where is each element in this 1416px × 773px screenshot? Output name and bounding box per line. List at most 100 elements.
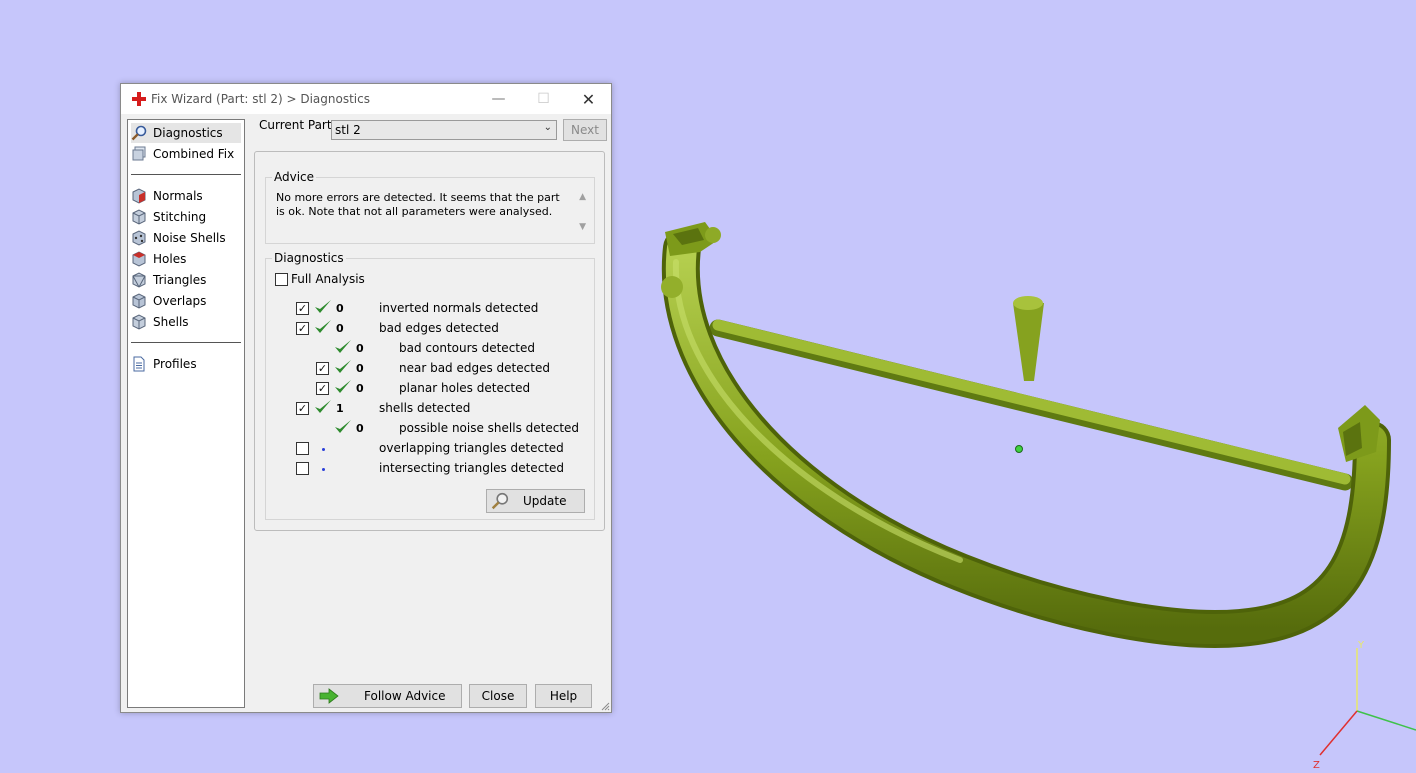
planar-holes-count: 0 [356, 382, 364, 395]
close-icon: ✕ [581, 89, 596, 109]
sidebar-item-label: Overlaps [153, 294, 207, 308]
current-part-select[interactable]: stl 2 ⌄ [331, 120, 557, 140]
scroll-up-icon[interactable]: ▲ [579, 192, 586, 202]
sidebar-item-label: Triangles [153, 273, 207, 287]
axis-triad [1319, 648, 1416, 756]
title-bar[interactable]: Fix Wizard (Part: stl 2) > Diagnostics —… [121, 84, 611, 114]
full-analysis-checkbox[interactable] [275, 273, 288, 286]
sidebar-item-label: Normals [153, 189, 203, 203]
triangles-cube-icon [132, 272, 146, 288]
help-button[interactable]: Help [535, 684, 592, 708]
normals-cube-icon [132, 188, 146, 204]
green-check-icon [315, 400, 331, 413]
update-button[interactable]: Update [486, 489, 585, 513]
sidebar-item-holes[interactable]: Holes [131, 249, 241, 269]
noise-shells-cube-icon [132, 230, 146, 246]
overlapping-triangles-checkbox[interactable] [296, 442, 309, 455]
diagnostics-group: Diagnostics Full Analysis ✓ 0 inverted n… [265, 251, 595, 520]
diagnostics-panel: Advice No more errors are detected. It s… [254, 151, 605, 531]
sidebar-item-label: Combined Fix [153, 147, 235, 161]
inverted-normals-count: 0 [336, 302, 344, 315]
intersecting-triangles-checkbox[interactable] [296, 462, 309, 475]
planar-holes-label: planar holes detected [399, 381, 531, 395]
shells-count: 1 [336, 402, 344, 415]
inverted-normals-label: inverted normals detected [379, 301, 539, 315]
advice-group: Advice No more errors are detected. It s… [265, 170, 595, 244]
axis-z-label: Z [1313, 760, 1320, 771]
shells-cube-icon [132, 314, 146, 330]
stitching-cube-icon [132, 209, 146, 225]
full-analysis-label: Full Analysis [291, 272, 365, 286]
green-check-icon [335, 360, 351, 373]
window-title: Fix Wizard (Part: stl 2) > Diagnostics [151, 92, 370, 106]
green-check-icon [335, 420, 351, 433]
chevron-down-icon: ⌄ [543, 122, 552, 133]
sidebar-item-diagnostics[interactable]: Diagnostics [131, 123, 241, 143]
scroll-down-icon[interactable]: ▼ [579, 222, 586, 232]
close-button[interactable]: Close [469, 684, 527, 708]
close-window-button[interactable]: ✕ [566, 84, 611, 114]
shells-checkbox[interactable]: ✓ [296, 402, 309, 415]
planar-holes-checkbox[interactable]: ✓ [316, 382, 329, 395]
sidebar-item-label: Holes [153, 252, 187, 266]
red-cross-app-icon [132, 92, 146, 106]
sidebar-item-label: Diagnostics [153, 126, 223, 140]
pending-dot-icon [322, 448, 325, 451]
sidebar-item-label: Noise Shells [153, 231, 226, 245]
noise-shells-count: 0 [356, 422, 364, 435]
bad-edges-checkbox[interactable]: ✓ [296, 322, 309, 335]
combined-fix-icon [132, 146, 146, 161]
green-check-icon [335, 380, 351, 393]
fix-wizard-dialog: Fix Wizard (Part: stl 2) > Diagnostics —… [120, 83, 612, 713]
diagnostics-title: Diagnostics [272, 251, 346, 265]
maximize-icon: ☐ [537, 91, 550, 107]
nav-divider [131, 174, 241, 175]
follow-advice-label: Follow Advice [364, 689, 446, 703]
inverted-normals-checkbox[interactable]: ✓ [296, 302, 309, 315]
current-part-label: Current Part: [259, 118, 336, 132]
current-part-value: stl 2 [335, 123, 361, 137]
wizard-nav-sidebar: Diagnostics Combined Fix Normals Stitchi… [127, 119, 245, 708]
stl-part-model[interactable] [661, 222, 1391, 648]
next-button[interactable]: Next [563, 119, 607, 141]
sidebar-item-stitching[interactable]: Stitching [131, 207, 241, 227]
axis-y-label: Y [1358, 640, 1365, 651]
near-bad-edges-label: near bad edges detected [399, 361, 550, 375]
minimize-icon: — [491, 91, 506, 107]
green-check-icon [335, 340, 351, 353]
advice-title: Advice [272, 170, 317, 184]
advice-text: No more errors are detected. It seems th… [276, 191, 560, 218]
help-button-label: Help [549, 689, 578, 703]
sidebar-item-overlaps[interactable]: Overlaps [131, 291, 241, 311]
sidebar-item-label: Profiles [153, 357, 197, 371]
sidebar-item-triangles[interactable]: Triangles [131, 270, 241, 290]
sidebar-item-profiles[interactable]: Profiles [131, 354, 241, 374]
sidebar-item-noise-shells[interactable]: Noise Shells [131, 228, 241, 248]
sidebar-item-normals[interactable]: Normals [131, 186, 241, 206]
maximize-button[interactable]: ☐ [521, 84, 566, 114]
minimize-button[interactable]: — [476, 84, 521, 114]
green-check-icon [315, 320, 331, 333]
bad-contours-label: bad contours detected [399, 341, 535, 355]
bad-edges-label: bad edges detected [379, 321, 499, 335]
near-bad-edges-checkbox[interactable]: ✓ [316, 362, 329, 375]
bad-contours-count: 0 [356, 342, 364, 355]
bad-edges-count: 0 [336, 322, 344, 335]
next-button-label: Next [571, 123, 599, 137]
sidebar-item-label: Shells [153, 315, 189, 329]
update-button-label: Update [523, 494, 567, 508]
intersecting-triangles-label: intersecting triangles detected [379, 461, 564, 475]
sidebar-item-shells[interactable]: Shells [131, 312, 241, 332]
holes-cube-icon [132, 251, 146, 267]
green-check-icon [315, 300, 331, 313]
sidebar-item-label: Stitching [153, 210, 207, 224]
overlapping-triangles-label: overlapping triangles detected [379, 441, 564, 455]
overlaps-cube-icon [132, 293, 146, 309]
sidebar-item-combined-fix[interactable]: Combined Fix [131, 144, 241, 164]
resize-grip-icon[interactable] [599, 700, 610, 711]
noise-shells-label: possible noise shells detected [399, 421, 580, 435]
follow-advice-button[interactable]: Follow Advice [313, 684, 462, 708]
shells-label: shells detected [379, 401, 471, 415]
nav-divider [131, 342, 241, 343]
green-arrow-right-icon [319, 688, 339, 704]
